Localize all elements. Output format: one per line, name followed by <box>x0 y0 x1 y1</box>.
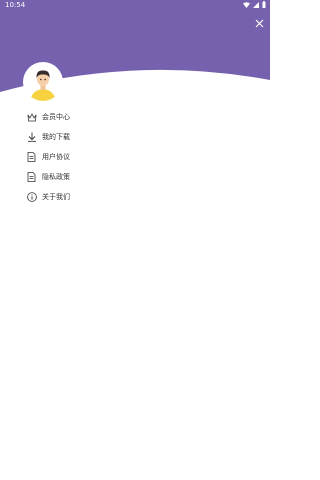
menu-item-label: 我的下载 <box>42 133 70 141</box>
close-button[interactable] <box>251 16 267 32</box>
status-time: 10:54 <box>5 1 26 9</box>
menu-item-label: 会员中心 <box>42 113 70 121</box>
info-icon <box>26 192 37 203</box>
menu-item-label: 隐私政策 <box>42 173 70 181</box>
menu-item-vip-center[interactable]: 会员中心 <box>26 107 226 127</box>
menu-list: 会员中心 我的下载 用户协议 隐私政策 关于我们 <box>26 107 226 207</box>
menu-item-label: 用户协议 <box>42 153 70 161</box>
menu-item-user-agreement[interactable]: 用户协议 <box>26 147 226 167</box>
status-bar: 10:54 <box>0 0 270 10</box>
signal-icon <box>253 1 259 8</box>
menu-item-label: 关于我们 <box>42 193 70 201</box>
battery-icon <box>262 1 266 8</box>
avatar[interactable] <box>24 63 62 101</box>
wifi-icon <box>243 1 250 8</box>
status-icons <box>243 1 266 8</box>
download-icon <box>26 132 37 143</box>
close-icon <box>255 19 263 28</box>
crown-icon <box>26 112 37 123</box>
menu-item-privacy-policy[interactable]: 隐私政策 <box>26 167 226 187</box>
menu-item-my-downloads[interactable]: 我的下载 <box>26 127 226 147</box>
document-icon <box>26 172 37 183</box>
avatar-icon <box>24 63 62 101</box>
menu-item-about-us[interactable]: 关于我们 <box>26 187 226 207</box>
document-icon <box>26 152 37 163</box>
